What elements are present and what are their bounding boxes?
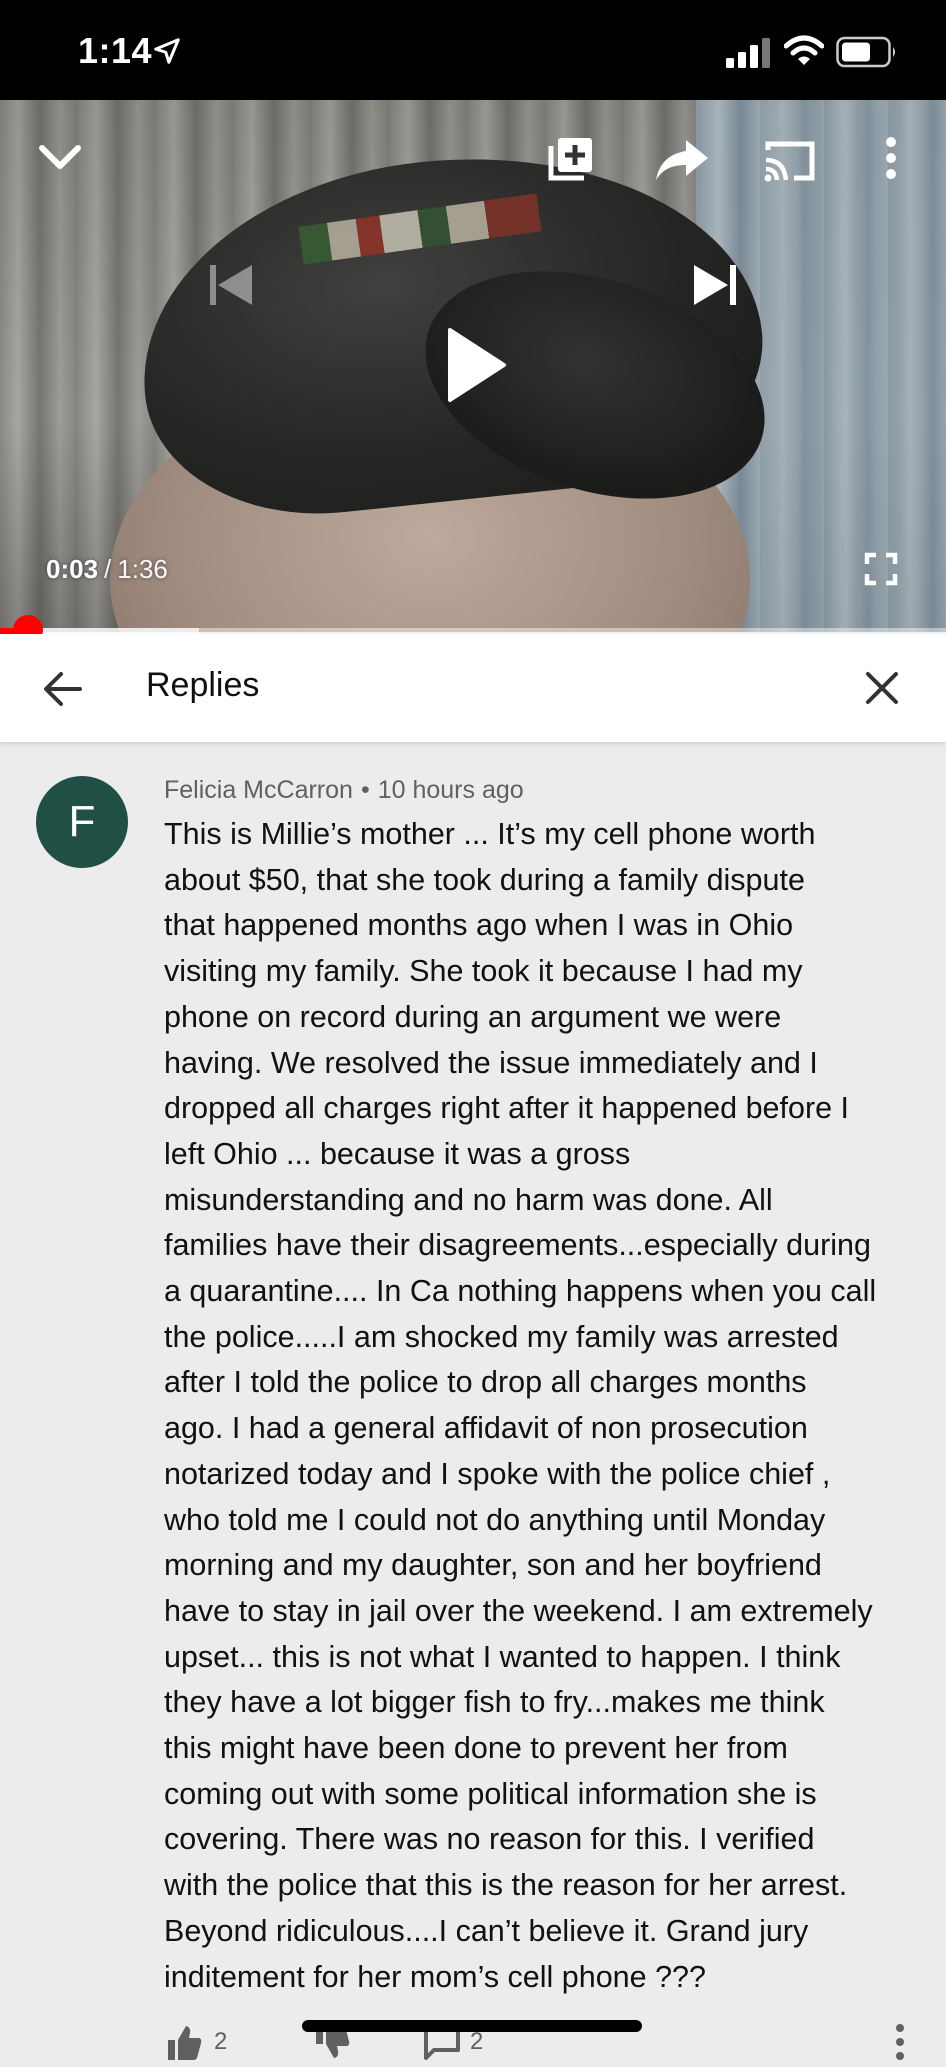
- more-vert-icon: [886, 137, 896, 179]
- share-button[interactable]: [654, 136, 710, 184]
- back-button[interactable]: [42, 668, 84, 710]
- back-arrow-icon: [44, 672, 82, 706]
- next-icon: [694, 265, 736, 305]
- video-player[interactable]: 0:03/1:36: [0, 100, 946, 632]
- close-button[interactable]: [862, 668, 902, 708]
- comment-meta: Felicia McCarron • 10 hours ago: [164, 776, 524, 805]
- fullscreen-button[interactable]: [864, 552, 898, 586]
- comment-more-button[interactable]: [894, 2022, 906, 2067]
- previous-button[interactable]: [208, 262, 254, 308]
- reply-count: 2: [470, 2028, 484, 2055]
- thumb-up-icon: [168, 2026, 202, 2060]
- duration: 1:36: [117, 554, 168, 584]
- replies-title: Replies: [146, 666, 260, 704]
- share-icon: [656, 140, 708, 180]
- comment-text: This is Millie’s mother ... It’s my cell…: [164, 817, 877, 1994]
- home-indicator: [302, 2020, 642, 2032]
- add-to-playlist-button[interactable]: [546, 134, 596, 184]
- cast-icon: [764, 141, 815, 182]
- cast-button[interactable]: [762, 138, 818, 184]
- time-readout: 0:03/1:36: [46, 554, 168, 585]
- more-vert-icon: [896, 2024, 904, 2060]
- play-icon: [448, 328, 506, 402]
- previous-icon: [210, 265, 252, 305]
- current-time: 0:03: [46, 554, 99, 584]
- cellular-signal-icon: [726, 38, 770, 68]
- like-button[interactable]: [164, 2022, 204, 2067]
- add-to-playlist-icon: [548, 138, 592, 181]
- chevron-down-icon: [39, 145, 81, 169]
- next-button[interactable]: [692, 262, 738, 308]
- like-count: 2: [214, 2028, 228, 2055]
- comment-author[interactable]: Felicia McCarron: [164, 776, 353, 804]
- close-icon: [866, 672, 898, 704]
- location-arrow-icon: [154, 38, 180, 64]
- more-options-button[interactable]: [884, 136, 898, 180]
- fullscreen-icon: [864, 552, 898, 586]
- play-button[interactable]: [446, 326, 508, 404]
- comment-time: 10 hours ago: [377, 776, 524, 804]
- wifi-icon: [784, 35, 824, 65]
- avatar[interactable]: F: [36, 776, 128, 868]
- meta-separator: •: [360, 776, 370, 804]
- time-separator: /: [104, 554, 112, 584]
- status-bar: 1:14: [0, 0, 946, 100]
- replies-header: Replies: [0, 634, 946, 742]
- minimize-button[interactable]: [36, 138, 84, 178]
- battery-icon: [836, 36, 895, 68]
- status-time: 1:14: [78, 30, 153, 71]
